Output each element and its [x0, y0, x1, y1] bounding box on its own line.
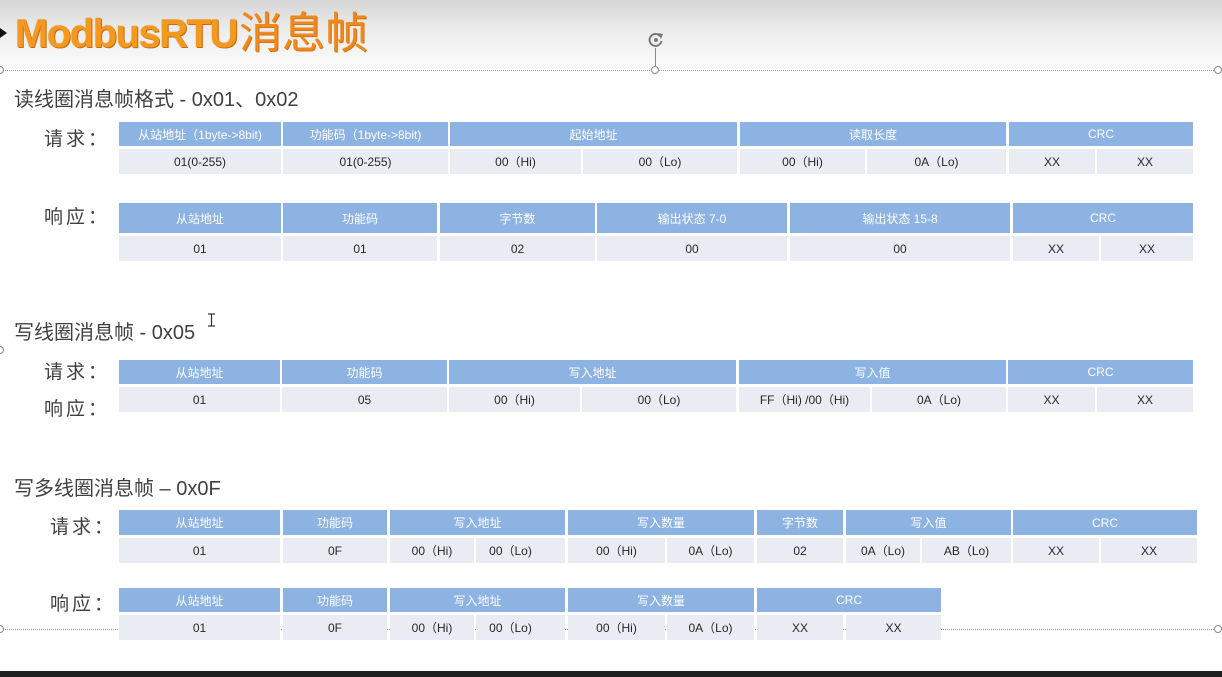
- rotate-handle-icon[interactable]: [646, 31, 666, 49]
- write-multiple-request-value-cell: 02: [757, 538, 843, 563]
- read-request-value-cell: 00（Lo): [583, 149, 737, 174]
- write-multiple-request-value-cell: 00（Hi): [390, 538, 474, 563]
- read-request-value-cell: XX: [1009, 149, 1095, 174]
- write-multiple-request-header-byte-count: 字节数: [757, 510, 843, 535]
- write-coil-value-cell: 0A（Lo): [872, 387, 1006, 412]
- read-response-value-cell: 02: [440, 236, 595, 261]
- write-multiple-request-value-cell: XX: [1013, 538, 1099, 563]
- write-multiple-request-header-crc: CRC: [1013, 510, 1197, 535]
- rotate-handle-stem: [655, 48, 656, 66]
- slide-title: ModbusRTU消息帧: [15, 6, 368, 62]
- write-multiple-response-value-cell: XX: [846, 615, 941, 640]
- pointer-arrow-icon: [0, 28, 7, 38]
- read-request-header-start-address: 起始地址: [450, 122, 737, 146]
- write-coil-heading: 写线圈消息帧 - 0x05: [14, 322, 196, 344]
- write-multiple-response-value-cell: 00（Hi): [390, 615, 474, 640]
- write-multiple-coils-heading: 写多线圈消息帧 – 0x0F: [14, 478, 221, 500]
- resize-handle-top-center[interactable]: [651, 66, 659, 74]
- read-response-value-cell: XX: [1101, 236, 1193, 261]
- slide-title-cn: 消息帧: [239, 10, 369, 58]
- read-request-header-read-length: 读取长度: [740, 122, 1006, 146]
- write-multiple-request-header-write-address: 写入地址: [390, 510, 565, 535]
- write-coil-value-cell: 01: [119, 387, 280, 412]
- write-multiple-request-label: 请求：: [50, 517, 117, 538]
- write-multiple-response-value-cell: 00（Hi): [568, 615, 665, 640]
- read-response-header-output-status-high: 输出状态 15-8: [790, 203, 1010, 233]
- slide-canvas: ModbusRTU消息帧 读线圈消息帧格式 - 0x01、0x02 请求： 响应…: [0, 0, 1222, 671]
- write-multiple-request-header-write-quantity: 写入数量: [568, 510, 754, 535]
- write-coil-value-cell: FF（Hi) /00（Hi): [739, 387, 870, 412]
- write-multiple-response-value-cell: XX: [757, 615, 843, 640]
- read-coils-response-label: 响应：: [44, 207, 111, 228]
- write-coil-response-label: 响应：: [44, 399, 111, 420]
- write-coil-request-label: 请求：: [44, 362, 111, 383]
- read-request-value-cell: 01(0-255): [119, 149, 281, 174]
- write-multiple-response-header-slave-address: 从站地址: [119, 588, 280, 612]
- write-coil-header-slave-address: 从站地址: [119, 360, 280, 384]
- write-multiple-request-value-cell: 01: [119, 538, 280, 563]
- write-multiple-request-header-slave-address: 从站地址: [119, 510, 280, 535]
- read-request-value-cell: 00（Hi): [450, 149, 581, 174]
- selection-frame-top[interactable]: [0, 70, 1222, 71]
- write-multiple-request-header-write-value: 写入值: [846, 510, 1011, 535]
- write-multiple-response-header-crc: CRC: [757, 588, 941, 612]
- read-response-header-function-code: 功能码: [283, 203, 437, 233]
- read-coils-heading: 读线圈消息帧格式 - 0x01、0x02: [14, 89, 299, 111]
- read-response-header-slave-address: 从站地址: [119, 203, 281, 233]
- read-response-value-cell: XX: [1013, 236, 1099, 261]
- text-cursor-icon: [208, 313, 215, 327]
- read-request-value-cell: XX: [1097, 149, 1193, 174]
- write-multiple-response-header-write-quantity: 写入数量: [568, 588, 754, 612]
- write-coil-value-cell: 00（Hi): [449, 387, 580, 412]
- read-coils-request-label: 请求：: [44, 129, 111, 150]
- read-request-value-cell: 00（Hi): [740, 149, 865, 174]
- slide-title-main: ModbusRTU: [15, 12, 239, 56]
- write-multiple-request-header-function-code: 功能码: [283, 510, 387, 535]
- read-response-value-cell: 01: [283, 236, 437, 261]
- read-response-value-cell: 00: [790, 236, 1010, 261]
- write-multiple-request-value-cell: 0F: [283, 538, 387, 563]
- screen-bottom-bar: [0, 671, 1222, 677]
- write-multiple-request-value-cell: 00（Lo): [476, 538, 565, 563]
- write-multiple-response-header-function-code: 功能码: [283, 588, 387, 612]
- read-response-value-cell: 00: [597, 236, 787, 261]
- write-coil-value-cell: XX: [1008, 387, 1095, 412]
- write-multiple-request-value-cell: XX: [1101, 538, 1197, 563]
- write-coil-value-cell: XX: [1097, 387, 1193, 412]
- write-coil-header-write-value: 写入值: [739, 360, 1006, 384]
- write-coil-value-cell: 00（Lo): [582, 387, 736, 412]
- read-request-header-slave-address: 从站地址（1byte->8bit): [119, 122, 281, 146]
- write-multiple-request-value-cell: 0A（Lo): [667, 538, 754, 563]
- write-multiple-request-value-cell: 0A（Lo): [846, 538, 920, 563]
- write-multiple-response-value-cell: 00（Lo): [476, 615, 565, 640]
- write-multiple-request-value-cell: 00（Hi): [568, 538, 665, 563]
- read-response-header-output-status-low: 输出状态 7-0: [597, 203, 787, 233]
- write-multiple-response-value-cell: 0A（Lo): [667, 615, 754, 640]
- write-multiple-response-label: 响应：: [50, 594, 117, 615]
- resize-handle-middle-left[interactable]: [0, 346, 4, 354]
- write-coil-header-write-address: 写入地址: [449, 360, 736, 384]
- write-coil-header-function-code: 功能码: [282, 360, 447, 384]
- write-multiple-response-value-cell: 01: [119, 615, 280, 640]
- write-multiple-response-header-write-address: 写入地址: [390, 588, 565, 612]
- read-response-header-byte-count: 字节数: [440, 203, 595, 233]
- read-request-header-function-code: 功能码（1byte->8bit): [283, 122, 448, 146]
- resize-handle-bottom-right[interactable]: [1214, 625, 1222, 633]
- write-coil-header-crc: CRC: [1008, 360, 1193, 384]
- write-coil-value-cell: 05: [282, 387, 447, 412]
- resize-handle-bottom-left[interactable]: [0, 625, 4, 633]
- read-response-value-cell: 01: [119, 236, 281, 261]
- resize-handle-top-right[interactable]: [1214, 66, 1222, 74]
- read-response-header-crc: CRC: [1013, 203, 1193, 233]
- read-request-header-crc: CRC: [1009, 122, 1193, 146]
- write-multiple-request-value-cell: AB（Lo): [922, 538, 1011, 563]
- resize-handle-top-left[interactable]: [0, 66, 4, 74]
- read-request-value-cell: 01(0-255): [283, 149, 448, 174]
- read-request-value-cell: 0A（Lo): [867, 149, 1006, 174]
- write-multiple-response-value-cell: 0F: [283, 615, 387, 640]
